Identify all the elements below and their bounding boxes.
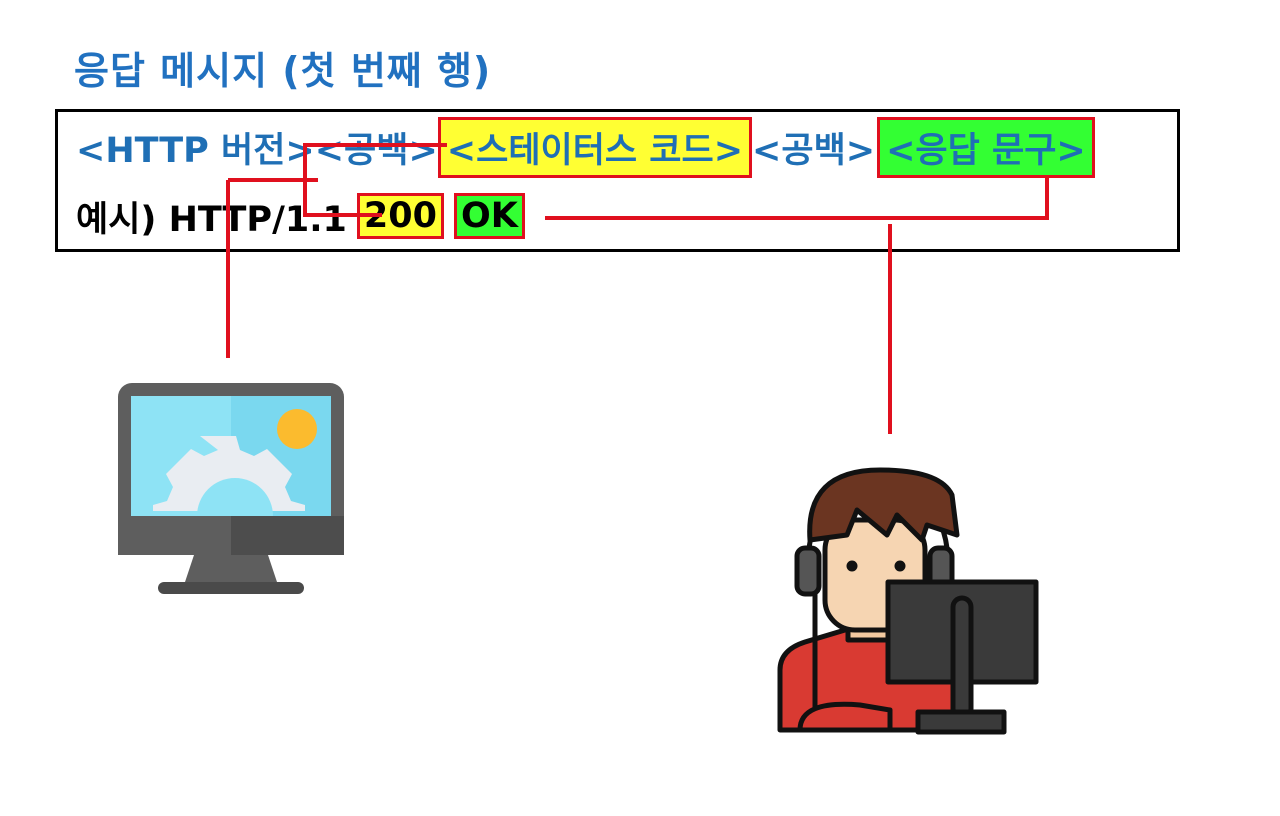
reason-phrase-connector [545, 176, 1049, 220]
status-code-connector [303, 143, 447, 217]
server-monitor-icon [118, 383, 344, 594]
developer-at-computer-icon [777, 467, 1039, 735]
connector-lines [118, 143, 1049, 735]
